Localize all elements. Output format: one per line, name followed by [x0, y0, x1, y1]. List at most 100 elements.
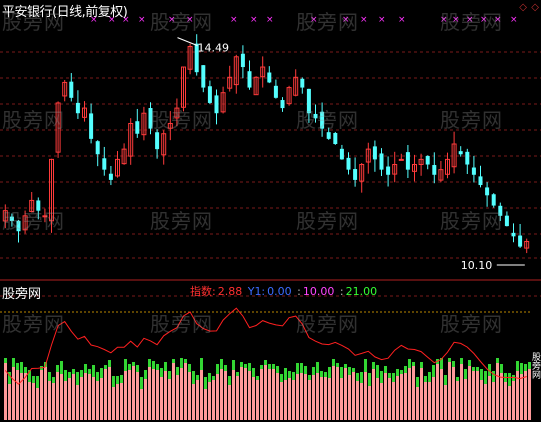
histogram-bar-top: [200, 358, 203, 370]
histogram-bar-top: [324, 372, 327, 377]
histogram-bar-top: [120, 375, 123, 383]
histogram-bar: [464, 373, 467, 420]
histogram-bar-top: [56, 365, 59, 372]
watermark: 股旁网: [440, 209, 503, 233]
signal-marker: ×: [378, 15, 386, 25]
histogram-bar: [512, 379, 515, 420]
panel-control-icon[interactable]: ◇: [531, 2, 539, 13]
histogram-bar-top: [356, 373, 359, 381]
watermark: 股旁网: [440, 10, 503, 34]
histogram-bar-top: [244, 364, 247, 368]
histogram-bar: [184, 363, 187, 420]
watermark: 股旁网: [296, 10, 359, 34]
candle-body: [518, 235, 523, 247]
candle-body: [69, 81, 74, 98]
histogram-bar-top: [220, 359, 223, 369]
watermark: 股旁网: [150, 10, 213, 34]
histogram-bar: [208, 377, 211, 420]
histogram-bar: [72, 373, 75, 420]
histogram-bar: [168, 375, 171, 420]
histogram-bar: [188, 368, 191, 420]
histogram-bar: [348, 371, 351, 420]
legend-level-b: 21.00: [345, 285, 378, 298]
histogram-bar: [148, 363, 151, 420]
histogram-bar-top: [496, 358, 499, 363]
candle-body: [273, 85, 278, 98]
histogram-bar: [196, 379, 199, 420]
histogram-bar-top: [112, 376, 115, 387]
histogram-bar: [200, 362, 203, 420]
legend-level-a: 10.00: [302, 285, 335, 298]
histogram-bar: [496, 362, 499, 420]
candle-body: [485, 187, 490, 196]
histogram-bar: [460, 362, 463, 420]
histogram-bar-top: [100, 368, 103, 378]
indicator-legend: 指数: 2.88 Y1: 0.00 :10.00 :21.00: [190, 285, 378, 298]
histogram-bar-top: [284, 368, 287, 380]
histogram-bar-top: [180, 358, 183, 368]
histogram-bar: [116, 380, 119, 420]
histogram-bar-top: [208, 373, 211, 382]
histogram-bar: [420, 366, 423, 420]
histogram-bar-top: [480, 369, 483, 380]
histogram-bar-top: [380, 371, 383, 383]
histogram-bar-top: [524, 364, 527, 371]
histogram-bar-top: [312, 367, 315, 375]
histogram-bar-top: [360, 372, 363, 383]
candle-body: [247, 71, 252, 88]
histogram-bar-top: [260, 365, 263, 369]
histogram-bar-top: [320, 371, 323, 377]
histogram-bar-top: [160, 368, 163, 377]
candle-body: [386, 166, 391, 175]
histogram-bar: [120, 379, 123, 420]
histogram-bar: [108, 364, 111, 420]
histogram-bar-top: [424, 376, 427, 382]
histogram-bar-top: [236, 372, 239, 376]
histogram-bar-top: [116, 376, 119, 384]
panel-control-icon[interactable]: ◇: [519, 2, 527, 13]
watermark: 股旁网: [150, 312, 213, 336]
watermark: 股旁网: [2, 108, 65, 132]
histogram-bar-top: [472, 367, 475, 371]
histogram-bar-top: [516, 361, 519, 371]
histogram-bar: [444, 379, 447, 420]
legend-y1-value: 0.00: [267, 285, 292, 298]
histogram-bar: [524, 368, 527, 420]
histogram-bar: [232, 364, 235, 420]
histogram-bar-top: [384, 366, 387, 373]
histogram-bar: [292, 376, 295, 420]
watermark: 股旁网: [296, 209, 359, 233]
histogram-bar-top: [132, 362, 135, 366]
histogram-bar: [344, 368, 347, 420]
histogram-bar: [128, 368, 131, 420]
histogram-bar: [332, 363, 335, 420]
histogram-bar-top: [168, 371, 171, 379]
histogram-bar-top: [4, 358, 7, 363]
candle-body: [511, 232, 516, 237]
histogram-bar-top: [264, 360, 267, 365]
histogram-bar-top: [376, 365, 379, 378]
histogram-bar-top: [12, 358, 15, 367]
histogram-bar-top: [16, 363, 19, 370]
histogram-bar: [324, 376, 327, 420]
histogram-bar-top: [268, 364, 271, 369]
histogram-bar-top: [520, 363, 523, 374]
histogram-bar: [296, 367, 299, 420]
candle-body: [333, 133, 338, 144]
histogram-bar: [320, 375, 323, 420]
histogram-bar-top: [140, 377, 143, 389]
histogram-bar: [356, 377, 359, 420]
candle-body: [300, 78, 305, 88]
signal-marker: ×: [138, 15, 146, 25]
histogram-bar-top: [296, 363, 299, 374]
histogram-bar: [180, 362, 183, 420]
candle-body: [405, 152, 410, 170]
histogram-bar-top: [184, 359, 187, 363]
candle-body: [267, 72, 272, 83]
candle-body: [478, 176, 483, 186]
histogram-bar: [152, 365, 155, 420]
candle-body: [214, 95, 219, 114]
histogram-bar-top: [176, 367, 179, 375]
histogram-bar-top: [24, 367, 27, 373]
histogram-bar-top: [404, 366, 407, 373]
